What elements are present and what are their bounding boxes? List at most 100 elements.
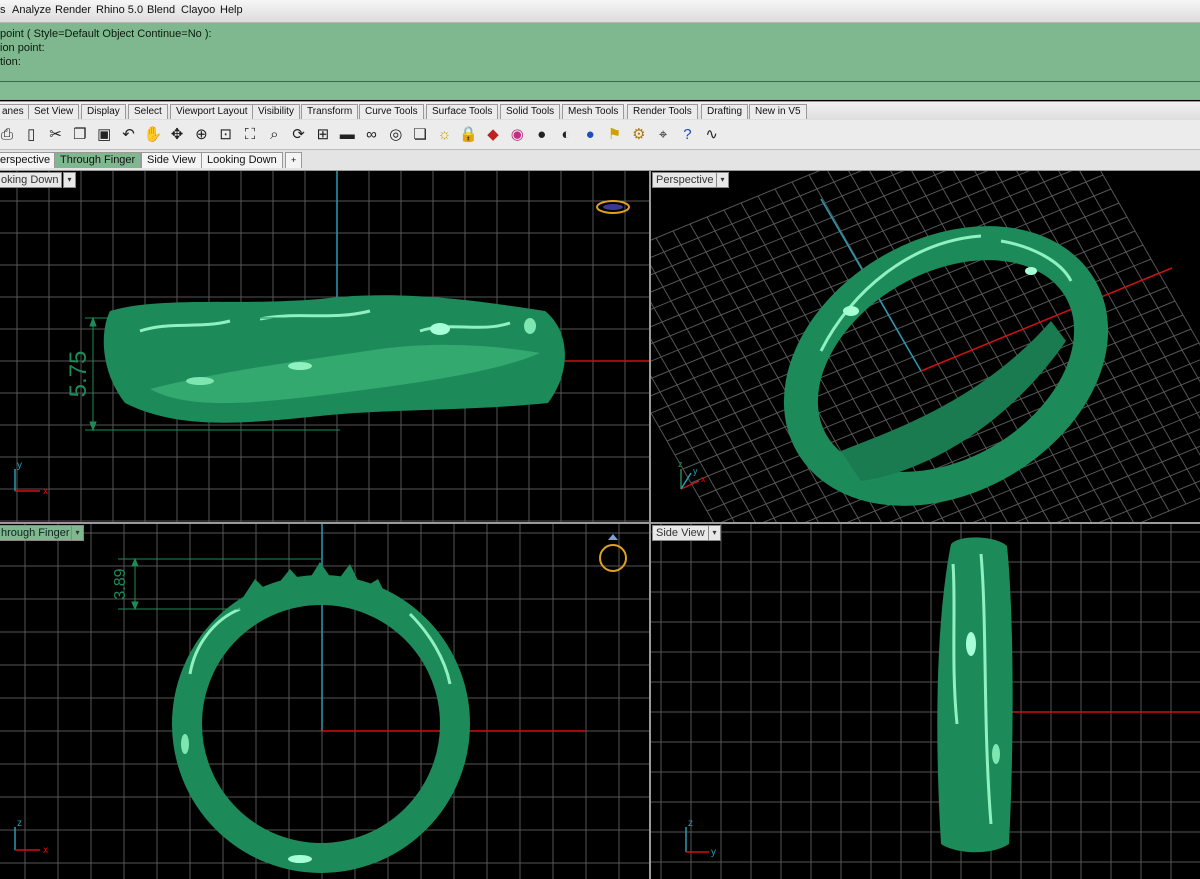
sphere-render-icon[interactable]: ◐ (555, 123, 577, 145)
axis-x-label: x (701, 474, 706, 484)
viewport-menu-dropdown[interactable]: ▾ (716, 172, 729, 188)
dimension-label: 3.89 (112, 568, 129, 599)
grid (651, 524, 1200, 879)
tab-mesh-tools[interactable]: Mesh Tools (562, 104, 625, 119)
tab-through-finger[interactable]: Through Finger (54, 152, 142, 168)
undo-icon[interactable]: ↶ (118, 123, 140, 145)
command-line-1: point ( Style=Default Object Continue=No… (0, 28, 212, 40)
viewport-title[interactable]: hrough Finger (0, 525, 74, 541)
tab-new-in-v5[interactable]: New in V5 (749, 104, 807, 119)
viewport-perspective[interactable]: x y z Perspective ▾ (651, 171, 1200, 522)
menu-item-blend[interactable]: Blend (147, 4, 175, 16)
target-icon[interactable]: ◎ (385, 123, 407, 145)
axis-z-label: z (678, 459, 683, 469)
axis-indicator (14, 469, 40, 492)
command-input[interactable] (0, 83, 1200, 99)
tab-viewport-layout[interactable]: Viewport Layout (170, 104, 254, 119)
viewport-canvas: 3.89 x z (0, 524, 649, 879)
viewport-menu-dropdown[interactable]: ▾ (708, 525, 721, 541)
viewport-looking-down[interactable]: 5.75 x y oking Down ▾ (0, 171, 649, 522)
viewport-menu-dropdown[interactable]: ▾ (71, 525, 84, 541)
viewport-canvas: 5.75 x y (0, 171, 649, 522)
axis-z-label: z (688, 818, 693, 829)
paste-icon[interactable]: ▣ (93, 123, 115, 145)
tab-surface-tools[interactable]: Surface Tools (426, 104, 499, 119)
command-divider (0, 81, 1200, 82)
menu-item-partial[interactable]: s (0, 4, 6, 16)
material-icon[interactable]: ◆ (482, 123, 504, 145)
car-icon[interactable]: ▬ (336, 123, 358, 145)
pan-hand-icon[interactable]: ✋ (142, 123, 164, 145)
axis-y-label: y (711, 847, 716, 858)
curve-icon[interactable]: ∿ (701, 123, 723, 145)
ring-front-view (172, 562, 470, 873)
menu-item-render[interactable]: Render (55, 4, 91, 16)
axis-x-label: x (43, 486, 48, 497)
tab-display[interactable]: Display (81, 104, 126, 119)
tab-side-view[interactable]: Side View (141, 152, 202, 168)
ring-widget-icon (599, 534, 627, 572)
tab-looking-down[interactable]: Looking Down (201, 152, 283, 168)
main-toolbar: ⎙ ▯ ✂ ❐ ▣ ↶ ✋ ✥ ⊕ ⊡ ⛶ ⌕ ⟳ ⊞ ▬ ∞ ◎ ❏ ☼ 🔒 ◆ ◉ ● ◐ ● ⚑ ⚙ ⌖? ∿ (0, 120, 1200, 150)
axis-z-label: z (17, 818, 22, 829)
glasses-icon[interactable]: ∞ (361, 123, 383, 145)
tab-drafting[interactable]: Drafting (701, 104, 749, 119)
perspective-grid (651, 171, 1200, 522)
menu-item-clayoo[interactable]: Clayoo (181, 4, 215, 16)
tab-perspective[interactable]: erspective (0, 152, 57, 168)
page-icon[interactable]: ▯ (20, 123, 42, 145)
axis-indicator (685, 827, 709, 853)
help-icon[interactable]: ? (676, 123, 698, 145)
menu-item-analyze[interactable]: Analyze (12, 4, 51, 16)
copy-icon[interactable]: ❐ (69, 123, 91, 145)
flag-icon[interactable]: ⚑ (604, 123, 626, 145)
tab-curve-tools[interactable]: Curve Tools (359, 104, 424, 119)
snap-icon[interactable]: ⌖ (652, 123, 674, 145)
command-line-2: ion point: (0, 42, 45, 54)
sphere-shaded-icon[interactable]: ● (531, 123, 553, 145)
tab-visibility[interactable]: Visibility (252, 104, 300, 119)
tab-select[interactable]: Select (128, 104, 168, 119)
view-widget-icon (596, 200, 630, 214)
toolbar-tab-bar: anes Set View Display Select Viewport La… (0, 101, 1200, 120)
ring-side-view (937, 537, 1013, 853)
gear-icon[interactable]: ⚙ (628, 123, 650, 145)
viewport-through-finger[interactable]: 3.89 x z hrough Finger ▾ (0, 524, 649, 879)
light-icon[interactable]: ☼ (433, 123, 455, 145)
tab-planes[interactable]: anes (0, 104, 30, 119)
add-tab-button[interactable]: + (285, 152, 303, 168)
sphere-blue-icon[interactable]: ● (579, 123, 601, 145)
layers-icon[interactable]: ❏ (409, 123, 431, 145)
viewport-menu-dropdown[interactable]: ▾ (63, 172, 76, 188)
zoom-icon[interactable]: ⊕ (190, 123, 212, 145)
zoom-window-icon[interactable]: ⊡ (215, 123, 237, 145)
tab-set-view[interactable]: Set View (28, 104, 80, 119)
dimension-label: 5.75 (65, 351, 92, 398)
menu-item-rhino5[interactable]: Rhino 5.0 (96, 4, 143, 16)
viewport-title[interactable]: Perspective (652, 172, 718, 188)
viewport-title[interactable]: Side View (652, 525, 709, 541)
viewport-canvas: y z (651, 524, 1200, 879)
axis-y-label: y (693, 466, 698, 476)
viewport-title[interactable]: oking Down (0, 172, 63, 188)
tab-render-tools[interactable]: Render Tools (627, 104, 698, 119)
color-wheel-icon[interactable]: ◉ (506, 123, 528, 145)
zoom-extents-icon[interactable]: ⛶ (239, 123, 261, 145)
ring-top-view (103, 295, 565, 423)
zoom-selected-icon[interactable]: ⌕ (263, 123, 285, 145)
viewport-canvas: x y z (651, 171, 1200, 522)
lock-icon[interactable]: 🔒 (458, 123, 480, 145)
print-icon[interactable]: ⎙ (0, 123, 18, 145)
viewport-side-view[interactable]: y z Side View ▾ (651, 524, 1200, 879)
move-icon[interactable]: ✥ (166, 123, 188, 145)
tab-transform[interactable]: Transform (301, 104, 359, 119)
four-viewports-icon[interactable]: ⊞ (312, 123, 334, 145)
rotate-view-icon[interactable]: ⟳ (288, 123, 310, 145)
menu-item-help[interactable]: Help (220, 4, 243, 16)
axis-y-label: y (17, 460, 22, 471)
cut-icon[interactable]: ✂ (45, 123, 67, 145)
command-history: point ( Style=Default Object Continue=No… (0, 23, 1200, 100)
tab-solid-tools[interactable]: Solid Tools (500, 104, 561, 119)
axis-x-label: x (43, 845, 48, 856)
viewport-tab-bar: erspective Through Finger Side View Look… (0, 150, 1200, 171)
